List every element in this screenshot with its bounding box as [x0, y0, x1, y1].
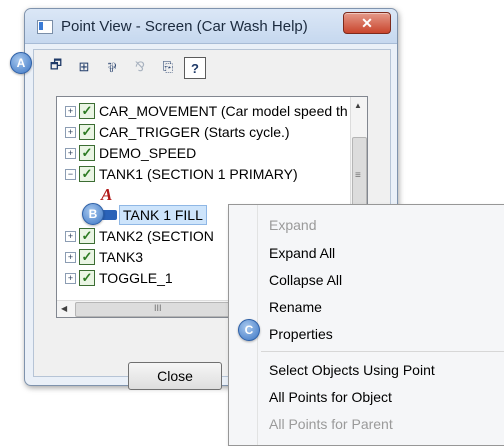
expand-icon[interactable]: + — [65, 127, 76, 138]
tree-item-label: TOGGLE_1 — [99, 270, 173, 286]
checkbox-icon[interactable]: ✓ — [79, 166, 95, 182]
points-tool-button[interactable]: ⅌ — [102, 57, 122, 77]
points-icon: ⅌ — [107, 60, 117, 75]
window-title: Point View - Screen (Car Wash Help) — [61, 18, 308, 35]
scroll-left-icon[interactable]: ◀ — [61, 304, 67, 313]
properties-tool-button[interactable]: 🗗 — [46, 57, 66, 77]
checkbox-icon[interactable]: ✓ — [79, 124, 95, 140]
tree-row-text-object[interactable]: A — [57, 185, 367, 205]
title-bar[interactable]: Point View - Screen (Car Wash Help) ✕ — [25, 9, 397, 44]
menu-item-all-points-for-parent[interactable]: All Points for Parent — [269, 416, 393, 432]
help-tool-button[interactable]: ? — [184, 57, 206, 79]
window-close-button[interactable]: ✕ — [343, 12, 391, 34]
text-object-icon: A — [101, 185, 113, 204]
help-icon: ? — [191, 60, 199, 76]
tree-item-label: TANK 1 FILL — [119, 205, 207, 225]
close-icon: ✕ — [361, 14, 373, 31]
close-button[interactable]: Close — [128, 362, 222, 390]
tree-item-label: CAR_TRIGGER (Starts cycle.) — [99, 124, 290, 140]
menu-item-expand[interactable]: Expand — [269, 217, 316, 233]
menu-item-collapse-all[interactable]: Collapse All — [269, 272, 342, 288]
expand-icon[interactable]: + — [65, 148, 76, 159]
checkbox-icon[interactable]: ✓ — [79, 270, 95, 286]
disabled-tree-tool-button[interactable]: ⅋ — [130, 57, 150, 77]
tree-item-label: TANK2 (SECTION — [99, 228, 214, 244]
expand-icon[interactable]: + — [65, 252, 76, 263]
checkbox-icon[interactable]: ✓ — [79, 145, 95, 161]
menu-item-properties[interactable]: Properties — [269, 326, 333, 342]
horizontal-scroll-thumb[interactable]: III — [75, 302, 247, 317]
grip-icon: ≡ — [355, 170, 361, 181]
menu-item-all-points-for-object[interactable]: All Points for Object — [269, 389, 392, 405]
grip-icon: III — [154, 303, 162, 313]
menu-separator — [261, 351, 504, 352]
tree-item-label: DEMO_SPEED — [99, 145, 197, 161]
menu-item-rename[interactable]: Rename — [269, 299, 322, 315]
checkbox-icon[interactable]: ✓ — [79, 103, 95, 119]
scroll-up-icon[interactable]: ▲ — [354, 101, 362, 110]
tree-structure-icon: ⊞ — [78, 59, 90, 74]
checkbox-icon[interactable]: ✓ — [79, 249, 95, 265]
menu-item-select-objects-using-point[interactable]: Select Objects Using Point — [269, 362, 435, 378]
tree-row-tank1[interactable]: − ✓ TANK1 (SECTION 1 PRIMARY) — [57, 164, 367, 184]
checkbox-icon[interactable]: ✓ — [79, 228, 95, 244]
menu-item-expand-all[interactable]: Expand All — [269, 245, 335, 261]
disabled-tree-icon: ⅋ — [134, 59, 146, 74]
callout-b: B — [82, 203, 104, 225]
tree-item-label: CAR_MOVEMENT (Car model speed th — [99, 103, 348, 119]
collapse-icon[interactable]: − — [65, 169, 76, 180]
expand-icon[interactable]: + — [65, 273, 76, 284]
copy-icon: ⎘ — [162, 59, 174, 74]
window-app-icon — [37, 20, 53, 34]
tree-item-label: TANK3 — [99, 249, 144, 265]
callout-a: A — [10, 52, 32, 74]
tree-row-demo-speed[interactable]: + ✓ DEMO_SPEED — [57, 143, 367, 163]
properties-icon: 🗗 — [49, 57, 63, 72]
tree-item-label: TANK1 (SECTION 1 PRIMARY) — [99, 166, 298, 182]
tree-row-car-trigger[interactable]: + ✓ CAR_TRIGGER (Starts cycle.) — [57, 122, 367, 142]
tree-structure-tool-button[interactable]: ⊞ — [74, 57, 94, 77]
expand-icon[interactable]: + — [65, 106, 76, 117]
expand-icon[interactable]: + — [65, 231, 76, 242]
tree-row-car-movement[interactable]: + ✓ CAR_MOVEMENT (Car model speed th — [57, 101, 367, 121]
copy-tool-button[interactable]: ⎘ — [158, 57, 178, 77]
context-menu: Expand Expand All Collapse All Rename Pr… — [228, 204, 504, 446]
callout-c: C — [238, 319, 260, 341]
